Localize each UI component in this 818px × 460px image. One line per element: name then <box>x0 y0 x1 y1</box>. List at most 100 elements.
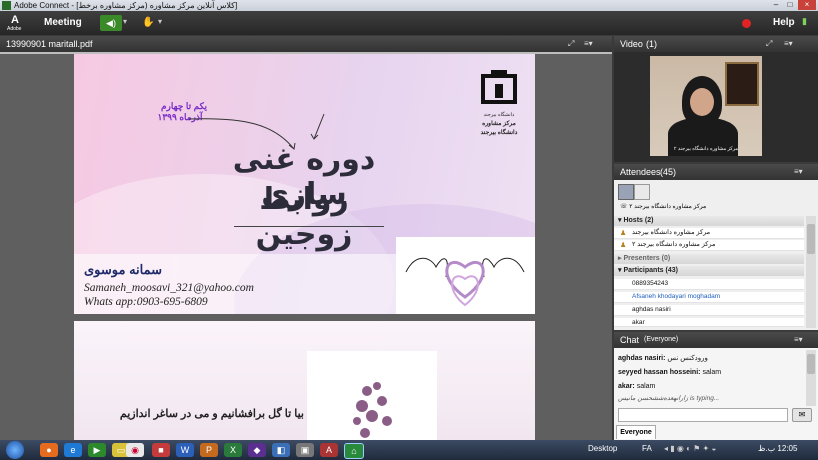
chat-text: ورودکنس نس <box>667 355 708 362</box>
attendees-count: (45) <box>660 167 677 177</box>
status-dropdown-icon[interactable]: ▾ <box>158 17 162 26</box>
university-logo-icon <box>481 70 517 104</box>
presenters-label: Presenters <box>623 255 660 262</box>
host-user-icon: ♟ <box>620 230 627 237</box>
chat-sender: aghdas nasiri: <box>618 355 666 362</box>
participant-row[interactable]: aghdas nasiri <box>614 305 804 316</box>
participant-row[interactable]: 0889354243 <box>614 279 804 290</box>
phone-icon: ☏ <box>620 204 628 210</box>
host-user-icon: ♟ <box>620 242 627 249</box>
chat-text: salam <box>702 369 722 376</box>
app-icon-purple[interactable]: ◆ <box>248 443 266 457</box>
university-logo <box>477 70 521 110</box>
raise-hand-icon[interactable]: ✋ <box>142 15 156 31</box>
clock[interactable]: 12:05 ب.ظ <box>758 444 797 453</box>
slide-page-2: بیا تا گل برافشانیم و می در ساغر اندازیم <box>74 321 535 440</box>
hosts-section[interactable]: ▾ Hosts (2) <box>614 216 804 226</box>
attendees-pod-header: Attendees (45) ≡▾ <box>614 164 818 180</box>
start-button[interactable] <box>6 441 24 459</box>
chat-message: akar: salam <box>618 383 808 390</box>
list-view-icon[interactable] <box>618 184 634 200</box>
windows-taskbar: ● e ▶ ▭ ◉ ■ W P X ◆ ◧ ▣ A ⌂ Desktop FA ◂… <box>0 440 818 460</box>
chat-message: seyyed hassan hosseini: salam <box>618 369 808 376</box>
send-message-icon[interactable]: ✉ <box>792 408 812 422</box>
host-name: مرکز مشاوره دانشگاه بیرجند ۲ <box>632 241 716 248</box>
participant-row[interactable]: Afsaneh khodayari moghadam <box>614 292 804 303</box>
chat-tab-everyone[interactable]: Everyone <box>616 425 656 439</box>
video-fullscreen-icon[interactable]: ⤢ <box>766 36 772 52</box>
help-menu[interactable]: Help <box>773 17 795 28</box>
flower-icon <box>353 382 392 438</box>
record-icon[interactable] <box>742 19 751 28</box>
presenter-email: Samaneh_moosavi_321@yahoo.com <box>84 282 254 294</box>
poem-text: بیا تا گل برافشانیم و می در ساغر اندازیم <box>119 408 304 420</box>
app-icon-blue[interactable]: ◧ <box>272 443 290 457</box>
adobe-logo: A Adobe <box>6 13 28 33</box>
slide-title-line-2: روابط زوجین <box>255 182 353 252</box>
chat-input[interactable] <box>618 408 788 422</box>
chat-sender: akar: <box>618 383 635 390</box>
my-status-row[interactable]: ☏ مرکز مشاوره دانشگاه بیرجند ۲ <box>620 202 808 212</box>
chat-scope: (Everyone) <box>644 336 679 343</box>
host-row[interactable]: مرکز مشاوره دانشگاه بیرجند <box>614 228 804 239</box>
media-icon[interactable]: ▶ <box>88 443 106 457</box>
chat-pod-header: Chat (Everyone) ≡▾ <box>614 332 818 348</box>
expand-icon: ▸ <box>618 255 622 262</box>
app-icon-pdf[interactable]: A <box>320 443 338 457</box>
maximize-button[interactable]: □ <box>784 0 796 10</box>
adobe-connect-task-icon[interactable]: ⌂ <box>344 443 364 459</box>
adobe-a-icon: A <box>11 14 19 26</box>
video-count: (1) <box>646 39 657 49</box>
desktop-toolbar-label[interactable]: Desktop <box>588 444 617 453</box>
excel-icon[interactable]: X <box>224 443 242 457</box>
view-toggle <box>618 184 650 200</box>
chat-scrollbar[interactable] <box>806 350 816 406</box>
hosts-label: Hosts <box>623 217 643 224</box>
meeting-menu[interactable]: Meeting <box>44 17 82 28</box>
participant-name: 0889354243 <box>632 280 669 287</box>
chat-menu-icon[interactable]: ≡▾ <box>794 332 803 348</box>
pod-menu-icon[interactable]: ≡▾ <box>584 36 593 52</box>
fullscreen-icon[interactable]: ⤢ <box>568 36 574 52</box>
ie-icon[interactable]: e <box>64 443 82 457</box>
participants-section[interactable]: ▾ Participants (43) <box>614 266 804 276</box>
attendees-menu-icon[interactable]: ≡▾ <box>794 164 803 180</box>
video-feed <box>650 56 762 156</box>
speaker-dropdown-icon[interactable]: ▾ <box>123 17 127 26</box>
video-pod-menu-icon[interactable]: ≡▾ <box>784 36 793 52</box>
powerpoint-icon[interactable]: P <box>200 443 218 457</box>
close-button[interactable]: × <box>798 0 816 10</box>
attendees-scrollbar[interactable] <box>806 216 816 328</box>
app-icon-red[interactable]: ■ <box>152 443 170 457</box>
host-row[interactable]: مرکز مشاوره دانشگاه بیرجند ۲ <box>614 240 804 251</box>
user-view-icon[interactable] <box>634 184 650 200</box>
connection-bars-icon: ▮ <box>802 16 807 26</box>
speaker-icon[interactable]: ◀) <box>100 15 122 31</box>
tray-icons[interactable]: ◂ ▮ ◉ ◐ ⚑ ✦ ◒ <box>664 444 716 453</box>
video-pod-title: Video <box>620 39 643 49</box>
adobe-label: Adobe <box>7 26 22 32</box>
chat-pod-title: Chat <box>620 335 640 345</box>
chat-pod: Chat (Everyone) ≡▾ aghdas nasiri: ورودکن… <box>614 332 818 440</box>
scroll-thumb[interactable] <box>807 354 815 374</box>
word-icon[interactable]: W <box>176 443 194 457</box>
firefox-icon[interactable]: ● <box>40 443 58 457</box>
logo-line-2: مرکز مشاوره <box>482 121 516 127</box>
chat-sender: seyyed hassan hosseini: <box>618 369 701 376</box>
presenter-whatsapp: Whats app:0903-695-6809 <box>84 296 208 308</box>
chrome-icon[interactable]: ◉ <box>126 443 144 457</box>
typing-indicator: زارانهعده‌ششحسن مانیس is typing... <box>618 395 720 402</box>
participant-name: aghdas nasiri <box>632 306 671 313</box>
my-name: مرکز مشاوره دانشگاه بیرجند ۲ <box>629 204 707 210</box>
video-caption: مرکز مشاوره دانشگاه بیرجند ۲ <box>673 146 739 152</box>
scroll-thumb[interactable] <box>807 224 815 254</box>
window-title: [کلاس آنلاین مرکز مشاوره (مرکز مشاوره بر… <box>14 1 238 10</box>
minimize-button[interactable]: – <box>770 0 782 10</box>
language-indicator[interactable]: FA <box>642 444 652 453</box>
app-icon-gray[interactable]: ▣ <box>296 443 314 457</box>
presenters-section[interactable]: ▸ Presenters (0) <box>614 254 804 264</box>
participant-row[interactable]: akar <box>614 318 804 327</box>
wall-frame <box>725 62 759 106</box>
logo-line-3: دانشگاه بیرجند <box>480 130 518 136</box>
attendees-pod-title: Attendees <box>620 167 661 177</box>
